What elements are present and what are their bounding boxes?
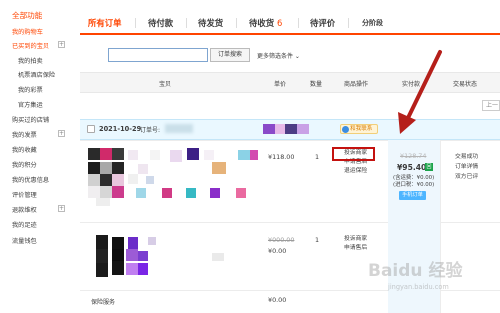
- tab-divider: [236, 18, 237, 28]
- tab-pending-shipment[interactable]: 待发货: [198, 17, 223, 29]
- payment-icon: 回: [425, 163, 433, 171]
- unit-price: ¥0.00: [268, 247, 287, 255]
- tab-label: 待收货: [249, 18, 275, 28]
- watermark-url: jingyan.baidu.com: [388, 283, 449, 291]
- tab-pending-review[interactable]: 待评价: [310, 17, 335, 29]
- after-sales-link[interactable]: 申请售后: [344, 244, 367, 253]
- column-header-unit-price: 单价: [274, 81, 287, 88]
- paid-total: ¥95.40: [397, 163, 427, 172]
- tab-pending-payment[interactable]: 待付款: [148, 17, 173, 29]
- watermark-logo: Baidu 经验: [368, 261, 463, 281]
- order-number-label: 订单号:: [140, 127, 161, 134]
- sidebar-item-favorites[interactable]: 我的收藏: [12, 145, 37, 154]
- order-date: 2021-10-29: [99, 125, 142, 133]
- shop-name-redacted: [263, 124, 309, 134]
- contact-seller-button[interactable]: 和我联系: [340, 124, 378, 134]
- expand-plus-icon[interactable]: +: [58, 130, 65, 137]
- sidebar-item-cart[interactable]: 我的购物车: [12, 27, 43, 36]
- table-header: 宝贝 单价 数量 商品操作 实付款 交易状态: [80, 72, 500, 93]
- sidebar-item-footprint[interactable]: 我的足迹: [12, 220, 37, 229]
- review-status-text: 双方已评: [455, 174, 479, 180]
- sidebar-item-bought[interactable]: 已买到的宝贝: [12, 41, 49, 50]
- column-header-paid: 实付款: [402, 81, 421, 88]
- tab-divider: [135, 18, 136, 28]
- tab-all-orders[interactable]: 所有订单: [88, 17, 122, 29]
- quantity: 1: [315, 153, 320, 161]
- sidebar-item-travel[interactable]: 机票酒店保险: [18, 70, 55, 79]
- prev-page-button[interactable]: 上一: [482, 100, 500, 111]
- quantity: 1: [315, 236, 320, 244]
- order-search-input[interactable]: [108, 48, 208, 62]
- tab-divider: [186, 18, 187, 28]
- import-tax-note: (进口税：¥0.00): [393, 182, 435, 188]
- insurance-service-label: 保险服务: [91, 299, 116, 306]
- column-header-item-ops: 商品操作: [344, 81, 369, 88]
- item-operations: 投诉商家 申请售后: [344, 235, 367, 253]
- sidebar: 全部功能 我的购物车 已买到的宝贝 + 我的拍卖 机票酒店保险 我的彩票 官方集…: [0, 0, 80, 313]
- product-image-redacted: [88, 148, 260, 206]
- expand-plus-icon[interactable]: +: [58, 205, 65, 212]
- tab-divider: [298, 18, 299, 28]
- complain-seller-link[interactable]: 投诉商家: [344, 235, 367, 244]
- tab-installment[interactable]: 分阶段: [362, 18, 383, 28]
- sidebar-item-invoice[interactable]: 我的发票: [12, 130, 37, 139]
- column-header-status: 交易状态: [453, 81, 478, 88]
- sidebar-item-shipping[interactable]: 官方集运: [18, 100, 43, 109]
- product-image-redacted: [88, 235, 260, 285]
- original-price: ¥000.00: [268, 236, 295, 244]
- trade-status-text: 交易成功: [455, 154, 479, 160]
- annotation-highlight-box: [332, 147, 375, 161]
- sidebar-item-reviews[interactable]: 评价管理: [12, 190, 37, 199]
- sidebar-item-points[interactable]: 我的积分: [12, 160, 37, 169]
- tab-divider: [348, 18, 349, 28]
- sidebar-item-auction[interactable]: 我的拍卖: [18, 56, 43, 65]
- sidebar-item-refunds[interactable]: 退款维权: [12, 205, 37, 214]
- tab-pending-receipt[interactable]: 待收货 6: [249, 17, 282, 29]
- order-number-redacted: [165, 124, 193, 133]
- order-tabs: 所有订单 待付款 待发货 待收货 6 待评价 分阶段: [80, 10, 500, 35]
- trade-status: 交易成功 订单详情 双方已评: [455, 152, 478, 182]
- tab-count-badge: 6: [277, 18, 283, 28]
- more-filters-toggle[interactable]: 更多筛选条件 ⌄: [257, 51, 300, 60]
- shipping-fee-note: (含运费：¥0.00): [393, 175, 435, 181]
- order-search-button[interactable]: 订单搜索: [210, 48, 250, 62]
- column-header-product: 宝贝: [159, 81, 172, 88]
- insurance-price: ¥0.00: [268, 296, 287, 304]
- sidebar-item-coupons[interactable]: 我的优惠信息: [12, 175, 49, 184]
- order-checkbox[interactable]: [87, 125, 95, 133]
- expand-plus-icon[interactable]: +: [58, 41, 65, 48]
- column-header-quantity: 数量: [310, 81, 323, 88]
- shipping-tax-note: (含运费：¥0.00) (进口税：¥0.00): [393, 175, 434, 189]
- sidebar-item-lottery[interactable]: 我的彩票: [18, 85, 43, 94]
- order-details-link[interactable]: 订单详情: [455, 162, 478, 172]
- mobile-order-button[interactable]: 手机订单: [399, 191, 426, 200]
- contact-seller-label: 和我联系: [350, 126, 373, 132]
- paid-original: ¥128.74: [400, 152, 427, 160]
- unit-price: ¥118.00: [268, 153, 295, 161]
- chat-icon: [342, 126, 349, 133]
- sidebar-item-shops[interactable]: 购买过的店铺: [12, 115, 49, 124]
- sidebar-title: 全部功能: [12, 11, 43, 20]
- return-insurance-link[interactable]: 退运保险: [344, 167, 367, 176]
- sidebar-item-data-wallet[interactable]: 流量钱包: [12, 236, 37, 245]
